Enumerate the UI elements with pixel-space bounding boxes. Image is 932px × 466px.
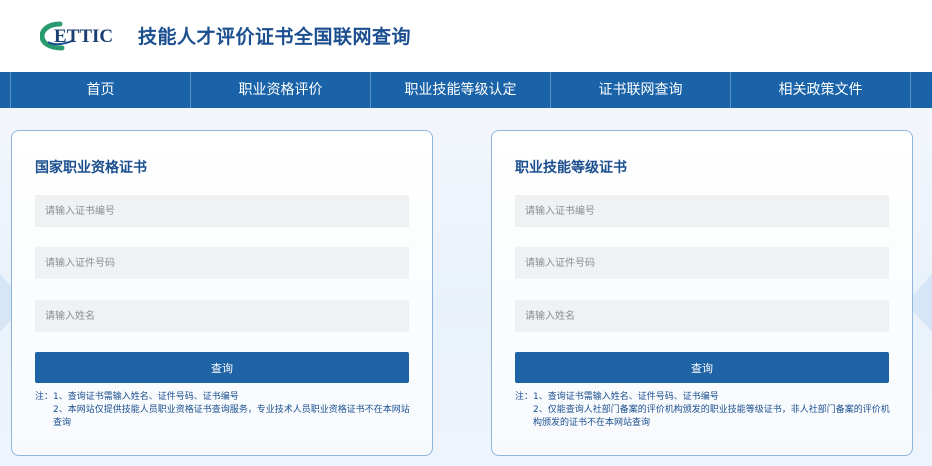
name-input[interactable]: [515, 300, 889, 332]
query-notes: 注：1、查询证书需输入姓名、证件号码、证书编号 2、本网站仅提供技能人员职业资格…: [35, 391, 415, 430]
nav-item-qualification-evaluation[interactable]: 职业资格评价: [191, 72, 371, 108]
id-number-input[interactable]: [515, 247, 889, 279]
nav-item-home[interactable]: 首页: [11, 72, 191, 108]
nav-spacer: [0, 72, 11, 108]
certificate-number-input[interactable]: [515, 195, 889, 227]
note-line-2: 2、仅能查询人社部门备案的评价机构颁发的职业技能等级证书，非人社部门备案的评价机…: [533, 405, 890, 428]
ettic-logo[interactable]: ETTIC: [40, 20, 130, 52]
main-content: 国家职业资格证书 查询 注：1、查询证书需输入姓名、证件号码、证书编号 2、本网…: [0, 108, 932, 466]
note-line-1: 注：1、查询证书需输入姓名、证件号码、证书编号: [35, 392, 239, 402]
site-title: 技能人才评价证书全国联网查询: [138, 26, 412, 48]
skill-level-certificate-card: 职业技能等级证书 查询 注：1、查询证书需输入姓名、证件号码、证书编号 2、仅能…: [491, 130, 913, 456]
note-line-1: 注：1、查询证书需输入姓名、证件号码、证书编号: [515, 392, 719, 402]
query-button[interactable]: 查询: [515, 352, 889, 383]
main-nav: 首页 职业资格评价 职业技能等级认定 证书联网查询 相关政策文件: [0, 72, 932, 108]
site-header: ETTIC 技能人才评价证书全国联网查询: [0, 0, 932, 72]
certificate-number-input[interactable]: [35, 195, 409, 227]
nav-item-certificate-query[interactable]: 证书联网查询: [551, 72, 731, 108]
query-button[interactable]: 查询: [35, 352, 409, 383]
name-input[interactable]: [35, 300, 409, 332]
nav-item-skill-level-certification[interactable]: 职业技能等级认定: [371, 72, 551, 108]
logo-text: ETTIC: [54, 26, 113, 47]
note-line-2: 2、本网站仅提供技能人员职业资格证书查询服务，专业技术人员职业资格证书不在本网站…: [53, 405, 410, 428]
qualification-certificate-card: 国家职业资格证书 查询 注：1、查询证书需输入姓名、证件号码、证书编号 2、本网…: [11, 130, 433, 456]
nav-item-policy-documents[interactable]: 相关政策文件: [731, 72, 911, 108]
card-title: 职业技能等级证书: [515, 160, 627, 176]
card-title: 国家职业资格证书: [35, 160, 147, 176]
id-number-input[interactable]: [35, 247, 409, 279]
query-notes: 注：1、查询证书需输入姓名、证件号码、证书编号 2、仅能查询人社部门备案的评价机…: [515, 391, 895, 430]
